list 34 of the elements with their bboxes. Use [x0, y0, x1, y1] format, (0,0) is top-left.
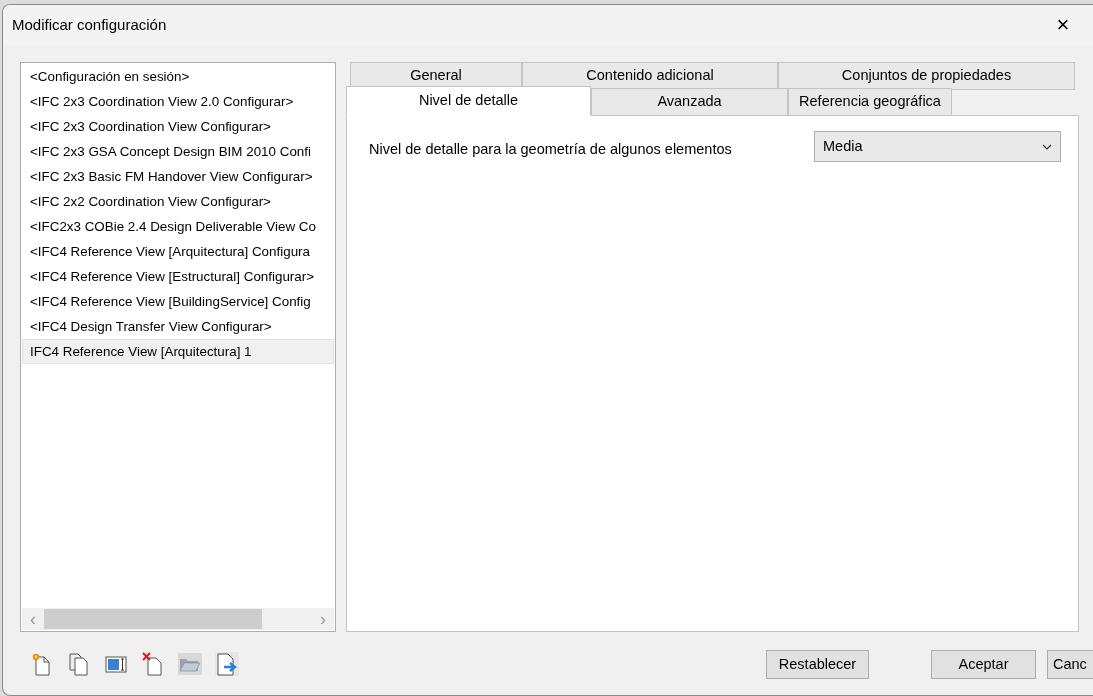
- tab[interactable]: Contenido adicional: [522, 62, 778, 90]
- toolbar-button[interactable]: [67, 651, 91, 676]
- toolbar-button[interactable]: [215, 651, 239, 676]
- list-item[interactable]: <IFC2x3 COBie 2.4 Design Deliverable View Co: [22, 214, 334, 239]
- list-item[interactable]: <IFC4 Reference View [BuildingService] Config: [22, 289, 334, 314]
- delete-document-icon: [141, 651, 165, 676]
- field-label: Nivel de detalle para la geometría de algunos elementos: [369, 140, 732, 159]
- toolbar-button[interactable]: [141, 651, 165, 676]
- scrollbar-thumb[interactable]: [44, 609, 262, 629]
- list-item[interactable]: <IFC4 Reference View [Estructural] Configurar>: [22, 264, 334, 289]
- list-item[interactable]: IFC4 Reference View [Arquitectura] 1: [22, 339, 334, 364]
- detail-level-dropdown[interactable]: Media: [814, 131, 1061, 162]
- window-title: Modificar configuración: [12, 14, 167, 35]
- reset-button[interactable]: Restablecer: [766, 650, 869, 679]
- copy-icon: [67, 651, 91, 676]
- export-document-icon: [215, 651, 239, 676]
- close-button[interactable]: ×: [1043, 10, 1083, 40]
- list-item[interactable]: <IFC 2x3 Basic FM Handover View Configurar>: [22, 164, 334, 189]
- toolbar-button[interactable]: [178, 651, 202, 676]
- list-item[interactable]: <IFC 2x3 Coordination View Configurar>: [22, 114, 334, 139]
- list-item[interactable]: <IFC 2x3 Coordination View 2.0 Configurar>: [22, 89, 334, 114]
- tab[interactable]: Referencia geográfica: [788, 88, 952, 116]
- tab[interactable]: Nivel de detalle: [346, 86, 591, 116]
- list-item[interactable]: <IFC 2x3 GSA Concept Design BIM 2010 Confi: [22, 139, 334, 164]
- list-item[interactable]: <Configuración en sesión>: [22, 64, 334, 89]
- tab[interactable]: Avanzada: [591, 88, 788, 116]
- tab[interactable]: Conjuntos de propiedades: [778, 62, 1075, 90]
- folder-icon: [178, 651, 202, 676]
- chevron-down-icon: [1042, 143, 1052, 150]
- list-item[interactable]: <IFC4 Design Transfer View Configurar>: [22, 314, 334, 339]
- ok-button[interactable]: Aceptar: [931, 650, 1036, 679]
- list-item[interactable]: <IFC4 Reference View [Arquitectura] Configura: [22, 239, 334, 264]
- cancel-button[interactable]: Canc: [1047, 650, 1093, 679]
- list-item[interactable]: <IFC 2x2 Coordination View Configurar>: [22, 189, 334, 214]
